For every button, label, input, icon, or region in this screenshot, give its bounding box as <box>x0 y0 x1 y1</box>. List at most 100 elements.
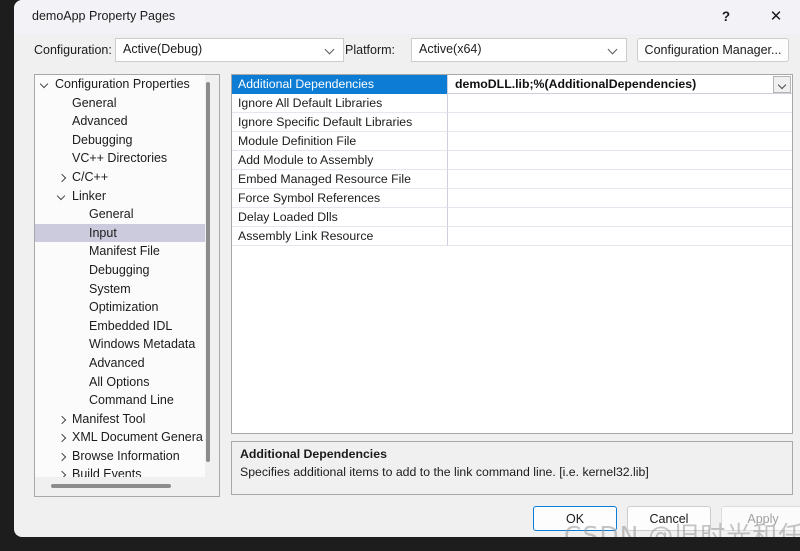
tree-item-label: Linker <box>72 188 107 203</box>
configuration-tree-panel: Configuration Properties General Advanced D… <box>34 74 220 497</box>
expander-closed-icon[interactable] <box>58 447 68 466</box>
tree-vertical-scrollbar[interactable] <box>203 79 213 475</box>
tree-item-build-events[interactable]: Build Events <box>35 465 205 477</box>
property-name: Assembly Link Resource <box>238 229 374 243</box>
property-grid[interactable]: Additional Dependencies demoDLL.lib;%(Add… <box>231 74 793 434</box>
triangle-right-icon <box>59 452 66 461</box>
tree-horizontal-scroll-thumb[interactable] <box>51 484 171 488</box>
property-name: Delay Loaded Dlls <box>238 210 338 224</box>
tree-item-advanced[interactable]: Advanced <box>35 354 205 373</box>
property-name-cell[interactable]: Force Symbol References <box>232 189 447 208</box>
tree-item-label: Windows Metadata <box>89 337 196 352</box>
tree-item-general[interactable]: General <box>35 94 205 113</box>
screen: demoApp Property Pages ? ✕ Configuration… <box>0 0 800 551</box>
property-value-cell[interactable]: demoDLL.lib;%(AdditionalDependencies) <box>447 75 792 94</box>
expander-open-icon[interactable] <box>58 187 68 206</box>
tree-item-label: XML Document Genera <box>72 430 203 445</box>
tree-item-label: Configuration Properties <box>55 77 190 91</box>
property-name: Embed Managed Resource File <box>238 172 411 186</box>
question-mark-icon: ? <box>721 8 731 24</box>
tree-item-label: Advanced <box>72 114 128 129</box>
property-value-dropdown-button[interactable] <box>773 76 791 93</box>
property-name-cell[interactable]: Embed Managed Resource File <box>232 170 447 189</box>
property-value-cell[interactable] <box>447 113 792 132</box>
tree-vertical-scroll-thumb[interactable] <box>206 82 210 462</box>
property-row[interactable]: Additional Dependencies demoDLL.lib;%(Add… <box>232 75 792 94</box>
property-row[interactable]: Ignore All Default Libraries <box>232 94 792 113</box>
property-pages-dialog: demoApp Property Pages ? ✕ Configuration… <box>14 0 800 537</box>
tree-item-all-options[interactable]: All Options <box>35 373 205 392</box>
triangle-right-icon <box>59 415 66 424</box>
property-name-cell[interactable]: Module Definition File <box>232 132 447 151</box>
tree-item-linker[interactable]: Linker <box>35 187 205 206</box>
property-row[interactable]: Force Symbol References <box>232 189 792 208</box>
property-row[interactable]: Assembly Link Resource <box>232 227 792 246</box>
tree-item-vc-directories[interactable]: VC++ Directories <box>35 149 205 168</box>
property-row[interactable]: Embed Managed Resource File <box>232 170 792 189</box>
tree-item-label: Debugging <box>89 262 150 277</box>
tree-item-debugging[interactable]: Debugging <box>35 261 205 280</box>
expander-closed-icon[interactable] <box>58 168 68 187</box>
expander-closed-icon[interactable] <box>58 410 68 429</box>
chevron-down-icon <box>326 46 335 55</box>
configuration-manager-button[interactable]: Configuration Manager... <box>637 38 789 62</box>
help-button[interactable]: ? <box>704 0 748 32</box>
platform-label: Platform: <box>345 43 396 57</box>
property-value-cell[interactable] <box>447 94 792 113</box>
cancel-button[interactable]: Cancel <box>627 506 711 531</box>
tree-item-general[interactable]: General <box>35 205 205 224</box>
property-value-cell[interactable] <box>447 227 792 246</box>
tree-item-windows-metadata[interactable]: Windows Metadata <box>35 335 205 354</box>
tree-item-manifest-file[interactable]: Manifest File <box>35 242 205 261</box>
property-name-cell[interactable]: Add Module to Assembly <box>232 151 447 170</box>
property-row[interactable]: Add Module to Assembly <box>232 151 792 170</box>
tree-item-manifest-tool[interactable]: Manifest Tool <box>35 410 205 429</box>
tree-item-configuration-properties[interactable]: Configuration Properties <box>35 75 205 94</box>
tree-item-c-c[interactable]: C/C++ <box>35 168 205 187</box>
tree-item-command-line[interactable]: Command Line <box>35 391 205 410</box>
property-value-cell[interactable] <box>447 170 792 189</box>
triangle-right-icon <box>59 433 66 442</box>
expander-closed-icon[interactable] <box>58 428 68 447</box>
property-name-cell[interactable]: Ignore Specific Default Libraries <box>232 113 447 132</box>
tree-item-system[interactable]: System <box>35 280 205 299</box>
configuration-toolbar: Configuration: Active(Debug) Platform: A… <box>14 34 800 70</box>
property-name: Add Module to Assembly <box>238 153 374 167</box>
tree-item-label: Manifest File <box>89 244 160 259</box>
tree-item-advanced[interactable]: Advanced <box>35 112 205 131</box>
ok-button[interactable]: OK <box>533 506 617 531</box>
property-value-cell[interactable] <box>447 189 792 208</box>
expander-open-icon[interactable] <box>41 75 51 94</box>
tree-item-optimization[interactable]: Optimization <box>35 298 205 317</box>
property-value-cell[interactable] <box>447 132 792 151</box>
configuration-label: Configuration: <box>34 43 112 57</box>
configuration-dropdown[interactable]: Active(Debug) <box>115 38 344 62</box>
property-name-cell[interactable]: Additional Dependencies <box>232 75 447 94</box>
property-name-cell[interactable]: Delay Loaded Dlls <box>232 208 447 227</box>
property-name-cell[interactable]: Ignore All Default Libraries <box>232 94 447 113</box>
property-row[interactable]: Module Definition File <box>232 132 792 151</box>
tree-item-browse-information[interactable]: Browse Information <box>35 447 205 466</box>
property-row[interactable]: Ignore Specific Default Libraries <box>232 113 792 132</box>
tree-item-embedded-idl[interactable]: Embedded IDL <box>35 317 205 336</box>
apply-button: Apply <box>721 506 800 531</box>
tree-item-label: General <box>72 95 117 110</box>
tree-item-xml-document-genera[interactable]: XML Document Genera <box>35 428 205 447</box>
property-value-cell[interactable] <box>447 151 792 170</box>
tree-item-label: Manifest Tool <box>72 411 146 426</box>
configuration-tree[interactable]: Configuration Properties General Advanced D… <box>35 75 205 477</box>
property-row[interactable]: Delay Loaded Dlls <box>232 208 792 227</box>
platform-dropdown[interactable]: Active(x64) <box>411 38 627 62</box>
close-button[interactable]: ✕ <box>754 0 798 32</box>
tree-horizontal-scrollbar[interactable] <box>35 477 219 496</box>
tree-item-input[interactable]: Input <box>35 223 205 243</box>
triangle-down-icon <box>41 81 50 90</box>
property-name: Additional Dependencies <box>238 77 375 91</box>
tree-item-debugging[interactable]: Debugging <box>35 131 205 150</box>
expander-closed-icon[interactable] <box>58 465 68 477</box>
tree-item-label: Debugging <box>72 132 133 147</box>
property-name-cell[interactable]: Assembly Link Resource <box>232 227 447 246</box>
tree-item-label: Optimization <box>89 300 159 315</box>
property-value-cell[interactable] <box>447 208 792 227</box>
description-text: Specifies additional items to add to the… <box>240 465 649 479</box>
